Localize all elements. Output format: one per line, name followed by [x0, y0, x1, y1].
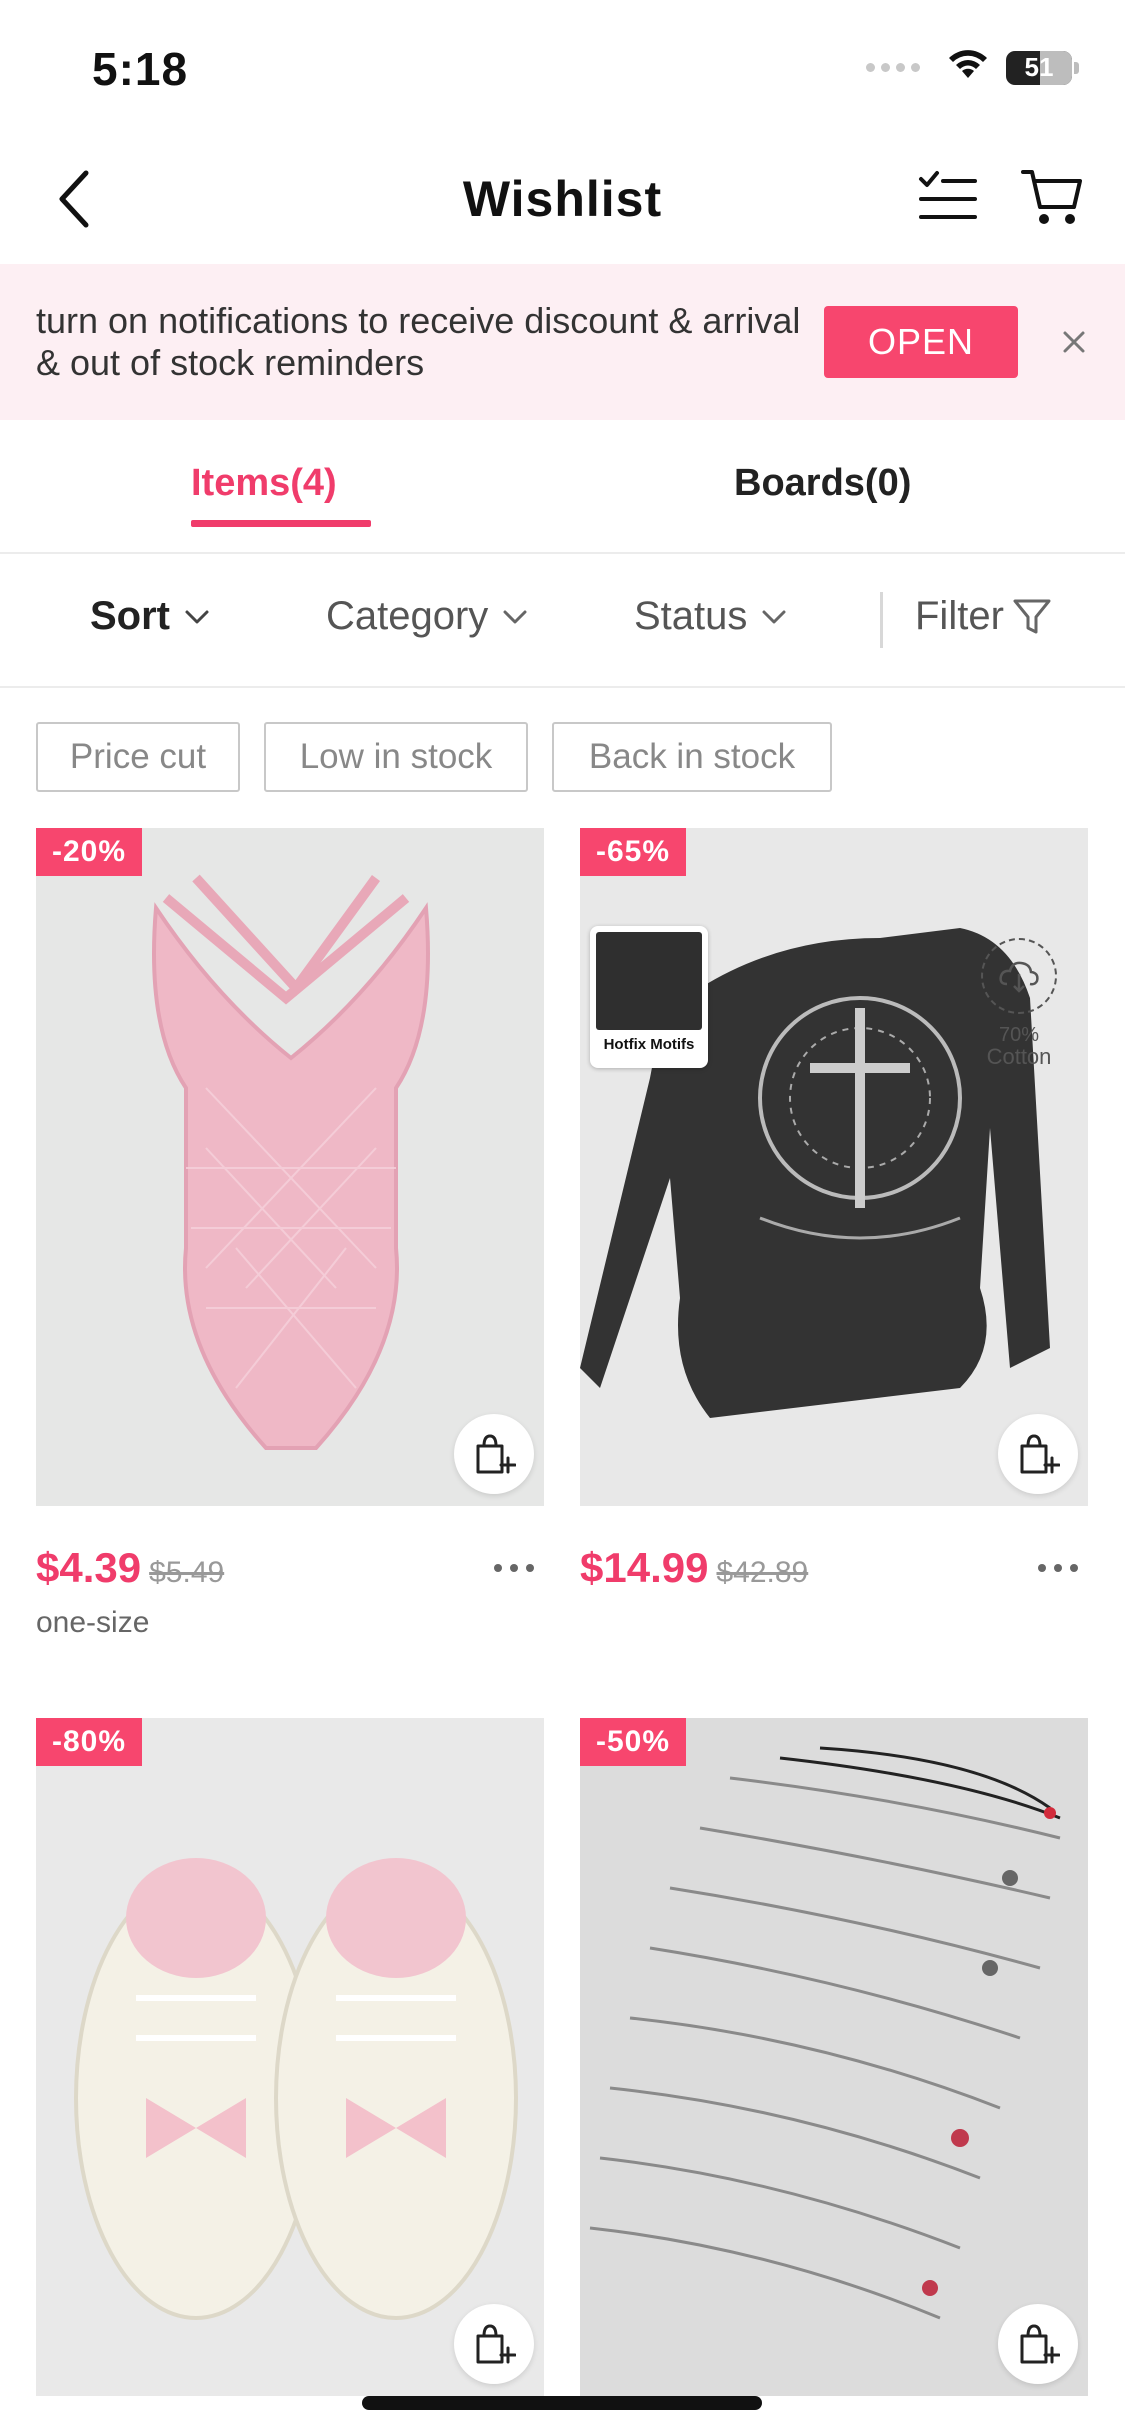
product-card[interactable]: -65% Hotfix Motifs 70% Cotton $14.99 $42…: [580, 828, 1088, 1596]
product-card[interactable]: -50%: [580, 1718, 1088, 2396]
wifi-icon: [946, 48, 990, 87]
cotton-label: Cotton: [986, 1044, 1052, 1069]
battery-level: 51: [1024, 52, 1054, 82]
status-time: 5:18: [92, 43, 189, 95]
header: Wishlist: [0, 132, 1125, 264]
add-to-bag-button[interactable]: [998, 2304, 1078, 2384]
status-label: Status: [634, 594, 748, 638]
filter-funnel-icon: [1013, 599, 1051, 633]
close-banner-button[interactable]: [1052, 320, 1096, 364]
sale-price: $4.39: [36, 1544, 142, 1591]
tab-boards[interactable]: Boards(0): [734, 462, 911, 505]
filter-divider: [880, 592, 883, 648]
add-to-bag-button[interactable]: [454, 2304, 534, 2384]
chip-low-in-stock[interactable]: Low in stock: [264, 722, 528, 792]
cart-button[interactable]: [1016, 162, 1088, 234]
wishlist-tabs: Items(4) Boards(0): [0, 420, 1125, 554]
cotton-badge: 70% Cotton: [964, 938, 1074, 1068]
bodysuit-image: [152, 874, 430, 1450]
product-image[interactable]: -50%: [580, 1718, 1088, 2396]
chevron-down-icon: [762, 610, 786, 623]
notification-banner: turn on notifications to receive discoun…: [0, 264, 1125, 420]
chevron-down-icon: [503, 610, 527, 623]
cart-icon: [1021, 170, 1082, 224]
discount-badge: -65%: [580, 828, 687, 876]
sort-label: Sort: [90, 594, 170, 638]
add-to-bag-icon: [476, 2324, 516, 2364]
active-tab-indicator: [191, 520, 371, 527]
price-row: $4.39 $5.49: [36, 1506, 544, 1596]
cotton-percent: 70%: [998, 1024, 1040, 1046]
chip-price-cut[interactable]: Price cut: [36, 722, 240, 792]
filter-button[interactable]: Filter: [915, 594, 1052, 639]
home-indicator[interactable]: [362, 2396, 762, 2410]
original-price: $42.89: [716, 1556, 809, 1589]
edit-list-button[interactable]: [912, 162, 984, 234]
add-to-bag-button[interactable]: [998, 1414, 1078, 1494]
add-to-bag-icon: [476, 1434, 516, 1474]
discount-badge: -50%: [580, 1718, 687, 1766]
close-icon: [1063, 331, 1085, 353]
add-to-bag-icon: [1020, 2324, 1060, 2364]
sale-price: $14.99: [580, 1544, 709, 1591]
product-card[interactable]: -20% $4.39 $5.49 one-size: [36, 828, 544, 1640]
sort-dropdown[interactable]: Sort: [90, 594, 210, 639]
add-to-bag-button[interactable]: [454, 1414, 534, 1494]
necklaces-image: [589, 1746, 1061, 2320]
price-row: $14.99 $42.89: [580, 1506, 1088, 1596]
wishlist-page: 5:18 51 Wishlist turn on notifications t…: [0, 0, 1125, 2436]
cloud-icon: [981, 938, 1057, 1014]
product-image[interactable]: -20%: [36, 828, 544, 1506]
notification-text: turn on notifications to receive discoun…: [36, 300, 801, 383]
signal-icon: [866, 63, 920, 72]
product-image[interactable]: -80%: [36, 1718, 544, 2396]
filter-label: Filter: [915, 594, 1004, 638]
category-dropdown[interactable]: Category: [326, 594, 528, 639]
discount-badge: -20%: [36, 828, 143, 876]
hotfix-thumbnail: [596, 932, 702, 1030]
discount-badge: -80%: [36, 1718, 143, 1766]
hotfix-label: Hotfix Motifs: [603, 1036, 695, 1053]
original-price: $5.49: [149, 1556, 225, 1589]
open-notifications-button[interactable]: OPEN: [824, 306, 1018, 378]
status-bar: 5:18 51: [0, 0, 1125, 132]
status-dropdown[interactable]: Status: [634, 594, 787, 639]
chip-back-in-stock[interactable]: Back in stock: [552, 722, 832, 792]
battery-icon: 51: [1006, 50, 1072, 85]
product-image[interactable]: -65% Hotfix Motifs 70% Cotton: [580, 828, 1088, 1506]
sneakers-image: [74, 1858, 518, 2320]
status-icons: 51: [866, 48, 1079, 87]
product-card[interactable]: -80%: [36, 1718, 544, 2396]
edit-checklist-icon: [919, 171, 977, 219]
more-options-button[interactable]: [1038, 1564, 1078, 1572]
tab-items[interactable]: Items(4): [191, 462, 337, 505]
category-label: Category: [326, 594, 489, 638]
filter-bar: Sort Category Status Filter: [0, 556, 1125, 688]
add-to-bag-icon: [1020, 1434, 1060, 1474]
size-label: one-size: [36, 1606, 150, 1639]
chevron-down-icon: [185, 610, 209, 623]
more-options-button[interactable]: [494, 1564, 534, 1572]
hotfix-motifs-badge: Hotfix Motifs: [590, 926, 708, 1068]
